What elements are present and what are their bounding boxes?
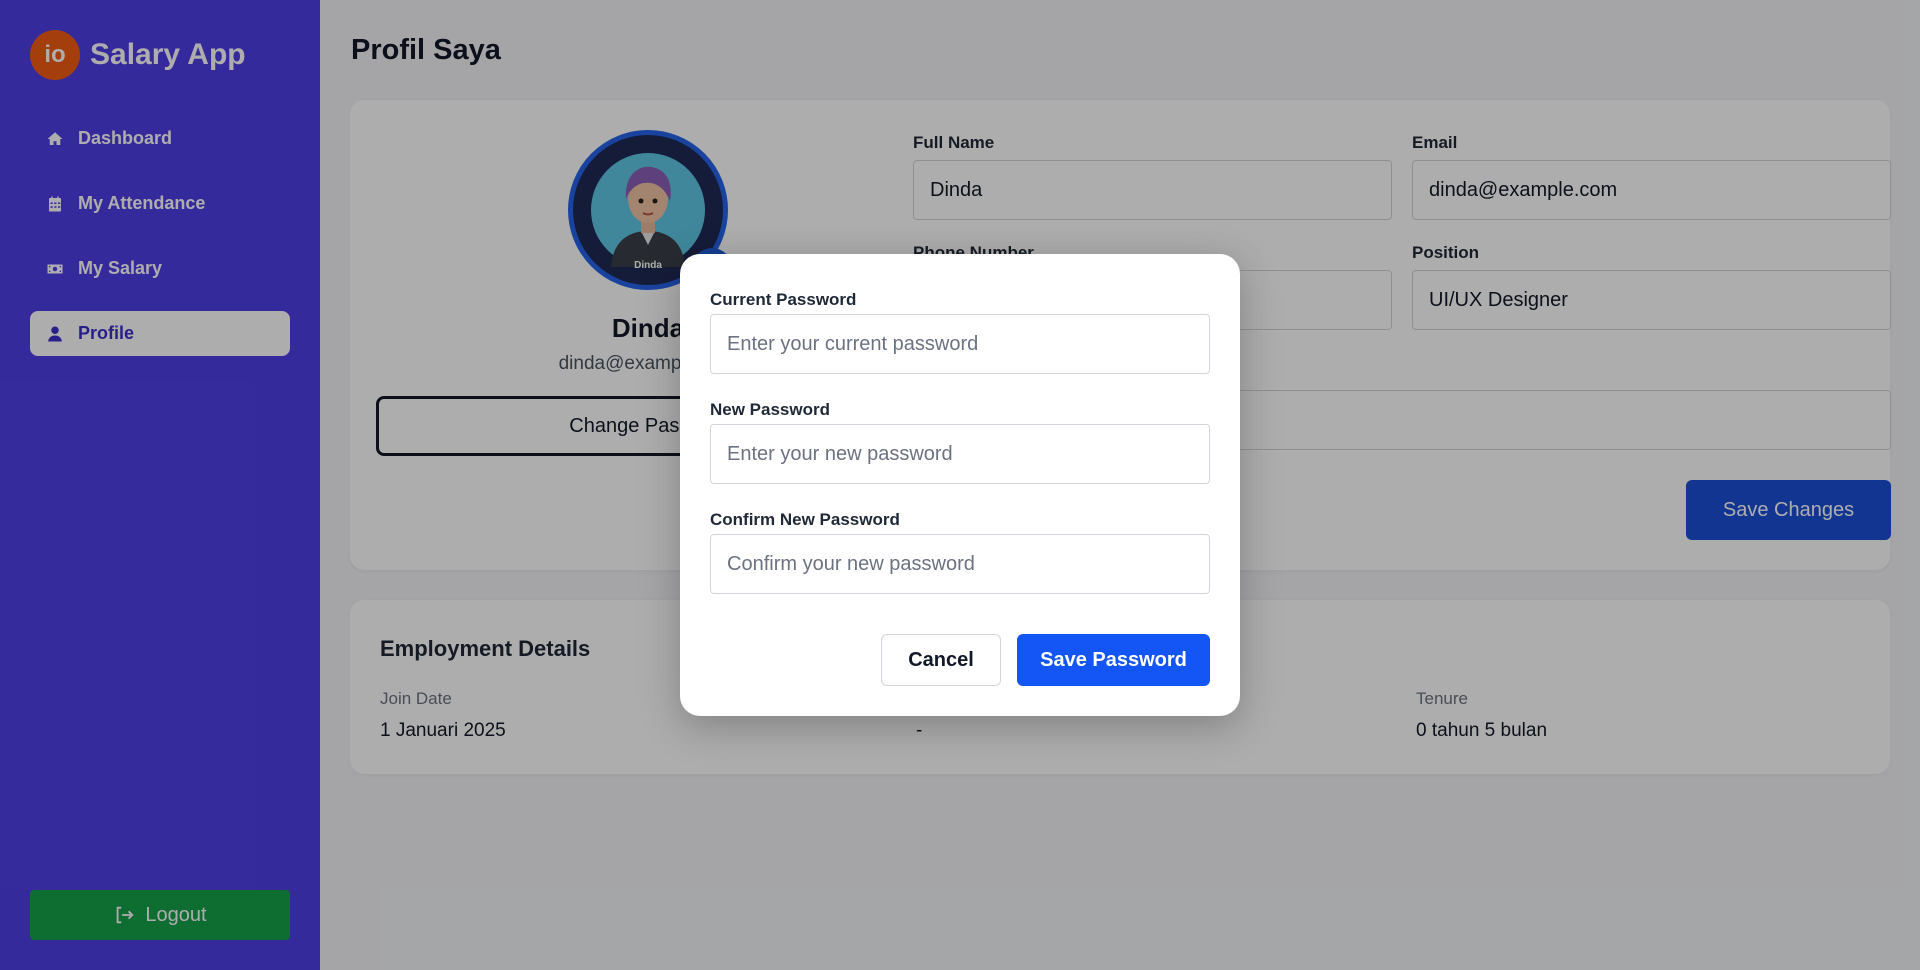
save-password-button[interactable]: Save Password bbox=[1017, 634, 1210, 686]
change-password-modal: Current Password New Password Confirm Ne… bbox=[680, 254, 1240, 716]
current-password-input[interactable] bbox=[710, 314, 1210, 374]
confirm-password-input[interactable] bbox=[710, 534, 1210, 594]
current-password-label: Current Password bbox=[710, 290, 857, 309]
new-password-label: New Password bbox=[710, 400, 830, 419]
confirm-password-label: Confirm New Password bbox=[710, 510, 900, 529]
cancel-button[interactable]: Cancel bbox=[881, 634, 1001, 686]
new-password-input[interactable] bbox=[710, 424, 1210, 484]
